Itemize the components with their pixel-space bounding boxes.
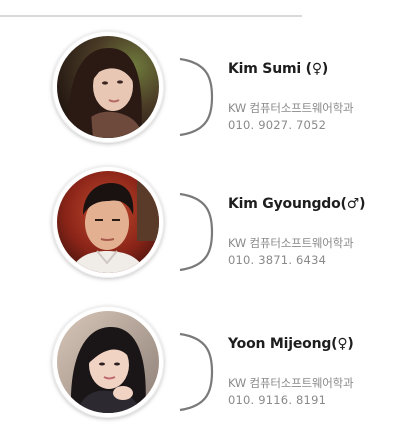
member-phone: 010. 9027. 7052 [228,118,327,132]
member-name: Kim Gyoungdo(♂) [228,196,366,212]
avatar-frame [52,166,164,278]
avatar-frame [52,31,164,143]
member-name: Kim Sumi (♀) [228,61,329,77]
bracket-arc-icon [179,192,214,272]
member-card: Kim Sumi (♀) KW 컴퓨터소프트웨어학과 010. 9027. 70… [0,31,402,163]
avatar [57,311,159,413]
bracket-arc-icon [179,332,214,412]
bracket-arc-icon [179,57,214,137]
member-department: KW 컴퓨터소프트웨어학과 [228,376,354,390]
team-member-list: Kim Sumi (♀) KW 컴퓨터소프트웨어학과 010. 9027. 70… [0,0,402,448]
avatar-frame [52,306,164,418]
male-portrait-icon [57,171,159,273]
member-name: Yoon Mijeong(♀) [228,336,354,352]
member-department: KW 컴퓨터소프트웨어학과 [228,101,354,115]
member-card: Kim Gyoungdo(♂) KW 컴퓨터소프트웨어학과 010. 3871.… [0,166,402,298]
member-phone: 010. 9116. 8191 [228,393,327,407]
member-phone: 010. 3871. 6434 [228,253,327,267]
member-card: Yoon Mijeong(♀) KW 컴퓨터소프트웨어학과 010. 9116.… [0,306,402,438]
avatar [57,171,159,273]
female-portrait-icon [57,36,159,138]
female-portrait-icon [57,311,159,413]
member-department: KW 컴퓨터소프트웨어학과 [228,236,354,250]
avatar [57,36,159,138]
